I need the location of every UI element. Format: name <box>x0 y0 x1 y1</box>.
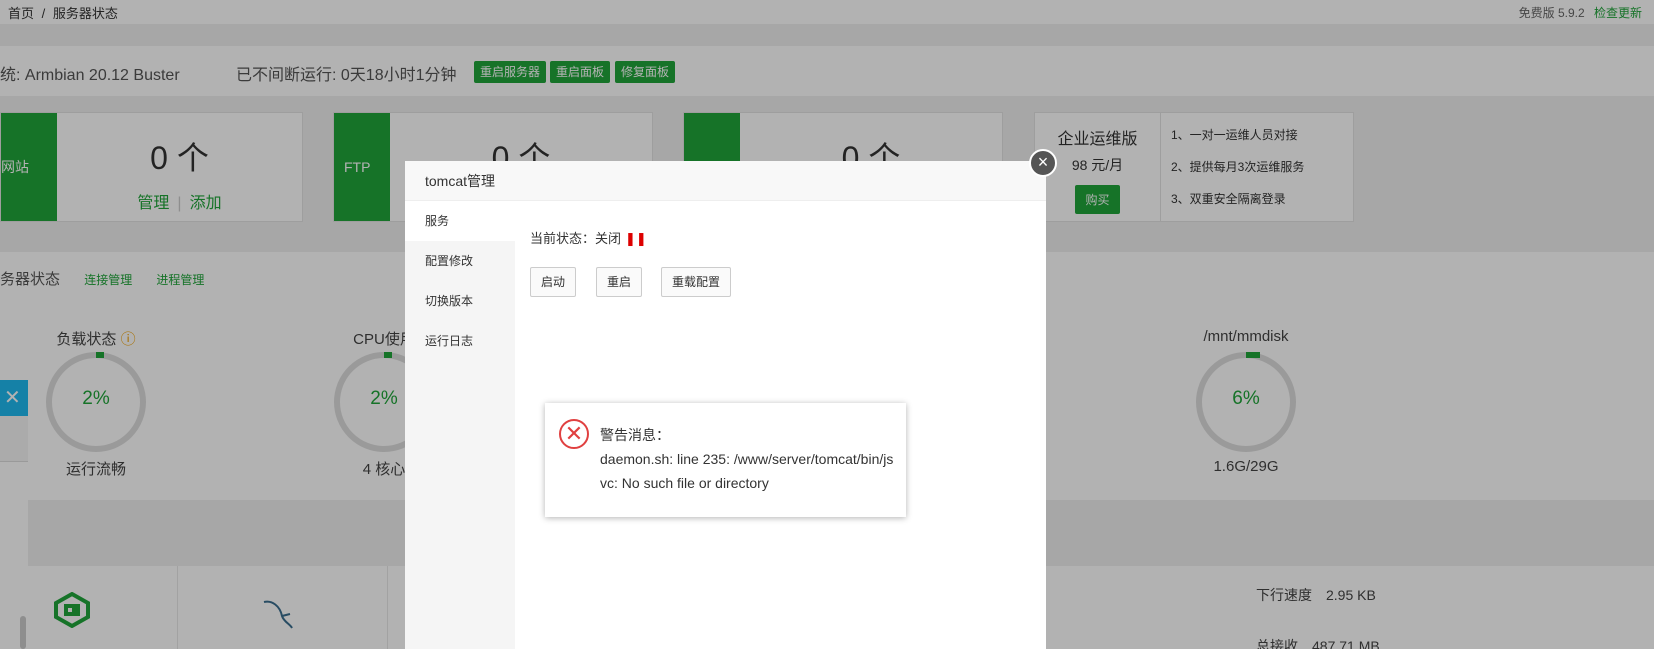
start-button[interactable]: 启动 <box>530 267 577 297</box>
dialog-close-icon[interactable]: × <box>1029 149 1057 177</box>
reload-config-button[interactable]: 重载配置 <box>661 267 732 297</box>
warning-message: 警告消息： daemon.sh: line 235: /www/server/t… <box>600 423 894 495</box>
nav-item-service[interactable]: 服务 <box>405 201 515 241</box>
warning-alert: ✕ 警告消息： daemon.sh: line 235: /www/server… <box>545 403 906 517</box>
dialog-title: tomcat管理 <box>405 161 1046 201</box>
warning-text: daemon.sh: line 235: /www/server/tomcat/… <box>600 451 894 491</box>
restart-button[interactable]: 重启 <box>596 267 643 297</box>
service-state: 当前状态：关闭 ❚❚ <box>530 228 647 247</box>
nav-item-version[interactable]: 切换版本 <box>405 281 515 321</box>
dialog-nav: 服务 配置修改 切换版本 运行日志 <box>405 201 515 649</box>
service-state-label: 当前状态：关闭 <box>530 231 622 246</box>
stopped-icon: ❚❚ <box>625 231 647 246</box>
warning-title: 警告消息： <box>600 427 670 443</box>
nav-item-config[interactable]: 配置修改 <box>405 241 515 281</box>
nav-item-log[interactable]: 运行日志 <box>405 321 515 361</box>
error-icon: ✕ <box>559 419 589 449</box>
